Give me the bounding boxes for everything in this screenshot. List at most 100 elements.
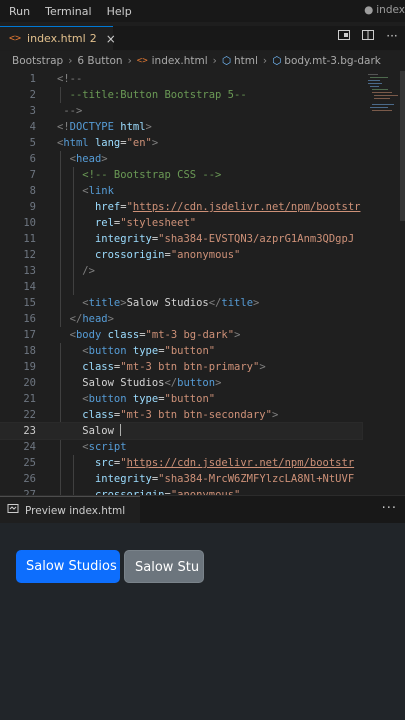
code-token: <!-- Bootstrap CSS --> — [82, 169, 222, 181]
preview-tab-label: Preview index.html — [25, 504, 126, 517]
code-line[interactable]: 25 src="https://cdn.jsdelivr.net/npm/boo… — [0, 455, 362, 471]
window-title: ● index — [364, 4, 405, 16]
code-line[interactable]: 20 Salow Studios</button> — [0, 375, 362, 391]
code-token: class — [82, 361, 114, 373]
breadcrumb-item-6-button[interactable]: 6 Button — [77, 55, 122, 67]
code-token: "anonymous" — [170, 249, 241, 261]
code-token: "sha384-MrcW6ZMFYlzcLA8Nl+NtUVF — [158, 473, 355, 485]
tab-preview[interactable]: Preview index.html — [0, 496, 140, 524]
code-line[interactable]: 1 <!-- — [0, 71, 362, 87]
breadcrumb-item-bootstrap[interactable]: Bootstrap — [12, 55, 63, 67]
code-token: crossorigin — [94, 249, 165, 261]
line-number: 2 — [29, 89, 36, 101]
more-icon[interactable]: ··· — [385, 29, 399, 44]
html-file-icon: <> — [136, 56, 148, 66]
code-text: crossorigin="anonymous" — [57, 247, 362, 263]
code-text: <link — [57, 183, 362, 199]
code-line[interactable]: 3 --> — [0, 103, 362, 119]
code-token: lang — [94, 137, 121, 149]
line-number: 5 — [29, 137, 36, 149]
code-line[interactable]: 5 <html lang="en"> — [0, 135, 362, 151]
code-line[interactable]: 18 <button type="button" — [0, 343, 362, 359]
code-text: <title>Salow Studios</title> — [57, 295, 362, 311]
menu-terminal[interactable]: Terminal — [45, 5, 92, 18]
code-token: > — [259, 361, 266, 373]
code-line[interactable]: 23 Salow — [0, 422, 363, 440]
line-number: 7 — [29, 169, 36, 181]
code-token: Salow Studios — [126, 297, 209, 309]
code-line[interactable]: 26 integrity="sha384-MrcW6ZMFYlzcLA8Nl+N… — [0, 471, 362, 487]
line-number: 25 — [23, 457, 36, 469]
split-editor-icon[interactable] — [337, 29, 351, 44]
code-line[interactable]: 2 --title:Button Bootstrap 5-- — [0, 87, 362, 103]
menu-bar: Run Terminal Help ● index — [0, 0, 405, 22]
line-number: 24 — [23, 441, 36, 453]
code-line[interactable]: 9 href="https://cdn.jsdelivr.net/npm/boo… — [0, 199, 362, 215]
code-token: href — [94, 201, 121, 213]
breadcrumb-item-body[interactable]: body.mt-3.bg-dark — [284, 55, 381, 67]
tab-index-html[interactable]: <> index.html 2 × — [0, 26, 116, 50]
line-number: 27 — [23, 489, 36, 495]
code-token: > — [215, 377, 222, 389]
code-text: <head> — [57, 151, 362, 167]
code-line[interactable]: 8 <link — [0, 183, 362, 199]
code-line[interactable]: 27 crossorigin="anonymous" — [0, 487, 362, 495]
vertical-scrollbar[interactable] — [400, 71, 405, 221]
minimap[interactable] — [364, 71, 405, 495]
code-line[interactable]: 19 class="mt-3 btn btn-primary"> — [0, 359, 362, 375]
close-icon[interactable]: × — [106, 32, 116, 46]
code-line[interactable]: 13 /> — [0, 263, 362, 279]
code-token: body — [75, 329, 102, 341]
code-token: --> — [57, 105, 83, 117]
line-number: 6 — [29, 153, 36, 165]
code-text: Salow Studios</button> — [57, 375, 362, 391]
code-line[interactable]: 24 <script — [0, 439, 362, 455]
code-token: "mt-3 btn btn-primary" — [120, 361, 260, 373]
unsaved-dot-icon: ● — [364, 4, 374, 16]
code-line[interactable]: 17 <body class="mt-3 bg-dark"> — [0, 327, 362, 343]
code-line[interactable]: 15 <title>Salow Studios</title> — [0, 295, 362, 311]
html-file-icon: <> — [9, 33, 22, 44]
code-line[interactable]: 4 <!DOCTYPE html> — [0, 119, 362, 135]
code-line[interactable]: 21 <button type="button" — [0, 391, 362, 407]
preview-icon — [7, 503, 19, 518]
line-number: 1 — [29, 73, 36, 85]
code-line[interactable]: 10 rel="stylesheet" — [0, 215, 362, 231]
line-number: 17 — [23, 329, 36, 341]
line-number: 22 — [23, 409, 36, 421]
code-token: src — [94, 457, 114, 469]
menu-help[interactable]: Help — [107, 5, 132, 18]
code-token: --title:Button Bootstrap 5-- — [57, 89, 247, 101]
layout-icon[interactable] — [361, 29, 375, 44]
code-line[interactable]: 11 integrity="sha384-EVSTQN3/azprG1Anm3Q… — [0, 231, 362, 247]
line-number: 15 — [23, 297, 36, 309]
breadcrumb-item-html[interactable]: html — [234, 55, 258, 67]
code-token: button — [88, 345, 127, 357]
code-token: > — [145, 121, 152, 133]
code-line[interactable]: 6 <head> — [0, 151, 362, 167]
cube-icon: ⬡ — [272, 55, 282, 67]
line-number: 12 — [23, 249, 36, 261]
breadcrumb-item-index-html[interactable]: index.html — [152, 55, 208, 67]
code-text: integrity="sha384-MrcW6ZMFYlzcLA8Nl+NtUV… — [57, 471, 362, 487]
code-editor[interactable]: 1 <!-- 2 --title:Button Bootstrap 5-- 3 -->… — [0, 71, 405, 495]
salow-secondary-button[interactable]: Salow Stu — [124, 550, 204, 583]
code-line[interactable]: 22 class="mt-3 btn btn-secondary"> — [0, 407, 362, 423]
window-title-text: index — [376, 4, 405, 16]
salow-studios-primary-button[interactable]: Salow Studios — [16, 550, 120, 583]
code-line[interactable]: 12 crossorigin="anonymous" — [0, 247, 362, 263]
menu-run[interactable]: Run — [9, 5, 30, 18]
code-text: crossorigin="anonymous" — [57, 487, 362, 495]
code-text: <button type="button" — [57, 343, 362, 359]
code-token: > — [107, 313, 114, 325]
code-line[interactable]: 7 <!-- Bootstrap CSS --> — [0, 167, 362, 183]
code-token: title — [221, 297, 254, 309]
code-line[interactable]: 14 — [0, 279, 362, 295]
chevron-right-icon: › — [127, 55, 132, 67]
code-line[interactable]: 16 </head> — [0, 311, 362, 327]
more-icon[interactable]: ··· — [382, 501, 397, 516]
